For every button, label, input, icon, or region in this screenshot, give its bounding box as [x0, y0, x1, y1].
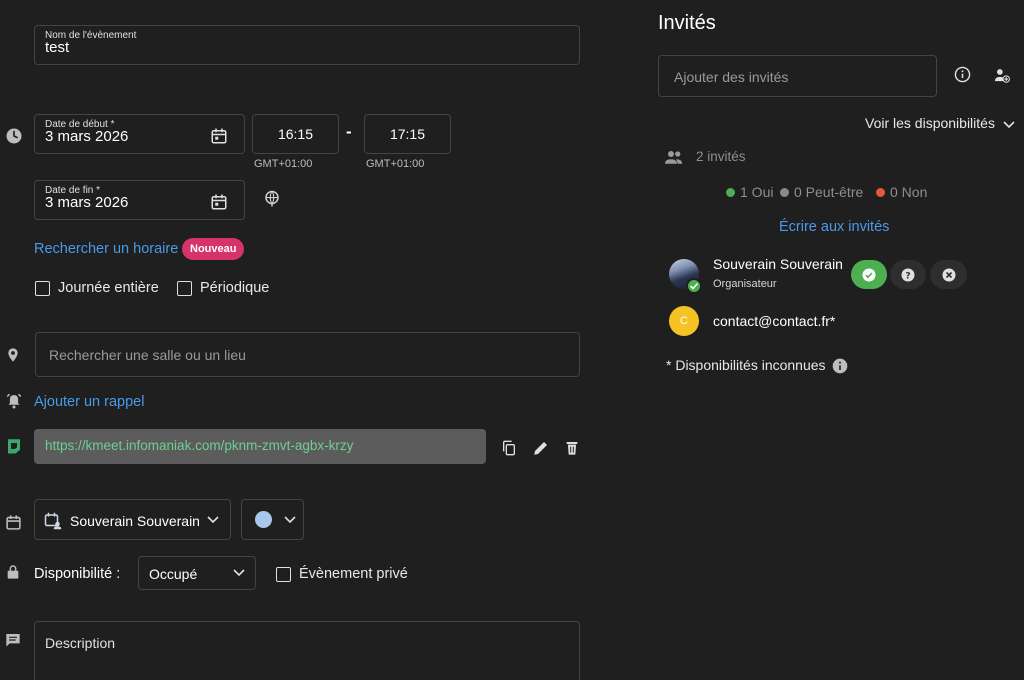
- add-reminder-link[interactable]: Ajouter un rappel: [34, 394, 144, 410]
- calendar-select[interactable]: Souverain Souverain: [34, 499, 231, 540]
- description-field[interactable]: Description: [34, 621, 580, 680]
- calendar-user-icon: [44, 512, 62, 530]
- edit-pencil-icon[interactable]: [532, 439, 550, 457]
- guest-avatar-initial: C: [669, 306, 699, 336]
- add-group-icon[interactable]: [993, 67, 1011, 84]
- rsvp-yes-text: 1 Oui: [740, 184, 774, 200]
- new-badge: Nouveau: [182, 238, 245, 260]
- guests-title: Invités: [658, 12, 716, 34]
- alarm-bell-icon: [6, 393, 22, 409]
- end-timezone: GMT+01:00: [366, 158, 425, 170]
- no-dot: [876, 187, 885, 197]
- comment-icon: [6, 634, 20, 647]
- all-day-label[interactable]: Journée entière: [58, 280, 159, 296]
- guest-name: Souverain Souverain: [713, 256, 843, 272]
- guest-count: 2 invités: [696, 149, 746, 164]
- avatar-initial: C: [680, 315, 688, 327]
- description-placeholder: Description: [45, 635, 116, 651]
- copy-icon[interactable]: [501, 439, 517, 457]
- calendar-small-icon: [6, 515, 21, 530]
- search-schedule-link[interactable]: Rechercher un horaire: [34, 241, 178, 257]
- meet-link-text[interactable]: https://kmeet.infomaniak.com/pknm-zmvt-a…: [45, 438, 353, 453]
- start-time-field[interactable]: 16:15: [252, 114, 339, 154]
- location-placeholder: Rechercher une salle ou un lieu: [49, 347, 246, 363]
- start-date-field[interactable]: Date de début * 3 mars 2026: [34, 114, 245, 154]
- question-circle-icon: ?: [901, 268, 915, 281]
- info-icon[interactable]: [954, 66, 971, 83]
- trash-icon[interactable]: [564, 439, 580, 457]
- accept-button[interactable]: [851, 260, 887, 289]
- see-availability-link[interactable]: Voir les disponibilités: [865, 115, 995, 131]
- end-time-field[interactable]: 17:15: [364, 114, 451, 154]
- lock-icon: [7, 565, 19, 579]
- private-event-label[interactable]: Évènement privé: [299, 566, 408, 582]
- decline-button[interactable]: [930, 260, 967, 289]
- rsvp-no: 0 Non: [876, 184, 927, 200]
- guest-email: contact@contact.fr*: [713, 313, 836, 329]
- availability-value: Occupé: [149, 566, 198, 582]
- private-event-checkbox[interactable]: [276, 567, 291, 582]
- start-date-value: 3 mars 2026: [45, 128, 129, 145]
- clock-icon: [6, 128, 22, 144]
- color-select[interactable]: [241, 499, 304, 540]
- recurring-label[interactable]: Périodique: [200, 280, 269, 296]
- accepted-check-icon: [686, 278, 702, 294]
- event-name-field[interactable]: Nom de l'évènement test: [34, 25, 580, 65]
- chevron-down-icon: [207, 516, 219, 524]
- info-filled-icon[interactable]: [832, 358, 848, 374]
- add-guests-input[interactable]: Ajouter des invités: [658, 55, 937, 97]
- maybe-dot: [780, 187, 789, 197]
- write-to-guests-link[interactable]: Écrire aux invités: [779, 219, 889, 235]
- chevron-down-icon: [233, 569, 245, 577]
- rsvp-maybe-text: 0 Peut-être: [794, 184, 864, 200]
- kmeet-icon: [8, 439, 20, 454]
- guest-role: Organisateur: [713, 278, 777, 290]
- availability-select[interactable]: Occupé: [138, 556, 256, 590]
- availability-label: Disponibilité :: [34, 566, 121, 582]
- calendar-color-swatch: [255, 511, 272, 528]
- chevron-down-icon: [284, 516, 296, 524]
- svg-text:?: ?: [905, 271, 910, 281]
- close-circle-icon: [942, 268, 955, 281]
- globe-icon[interactable]: [263, 190, 281, 208]
- start-timezone: GMT+01:00: [254, 158, 313, 170]
- end-date-value: 3 mars 2026: [45, 194, 129, 211]
- unknown-availability-note: * Disponibilités inconnues: [666, 357, 826, 373]
- people-icon: [665, 151, 683, 164]
- recurring-checkbox[interactable]: [177, 281, 192, 296]
- calendar-icon[interactable]: [210, 193, 228, 211]
- event-name-value[interactable]: test: [45, 39, 69, 56]
- calendar-icon[interactable]: [210, 127, 228, 145]
- maybe-button[interactable]: ?: [890, 260, 926, 289]
- rsvp-no-text: 0 Non: [890, 184, 928, 200]
- rsvp-maybe: 0 Peut-être: [780, 184, 863, 200]
- yes-dot: [726, 187, 735, 197]
- time-separator: -: [346, 122, 352, 141]
- end-date-field[interactable]: Date de fin * 3 mars 2026: [34, 180, 245, 220]
- calendar-name: Souverain Souverain: [70, 513, 200, 529]
- chevron-down-icon[interactable]: [1003, 121, 1015, 129]
- location-pin-icon: [8, 348, 18, 362]
- check-circle-icon: [862, 268, 876, 281]
- add-guests-placeholder: Ajouter des invités: [674, 69, 789, 85]
- rsvp-yes: 1 Oui: [726, 184, 773, 200]
- all-day-checkbox[interactable]: [35, 281, 50, 296]
- meet-link-field[interactable]: https://kmeet.infomaniak.com/pknm-zmvt-a…: [34, 429, 486, 464]
- location-input[interactable]: Rechercher une salle ou un lieu: [35, 332, 580, 377]
